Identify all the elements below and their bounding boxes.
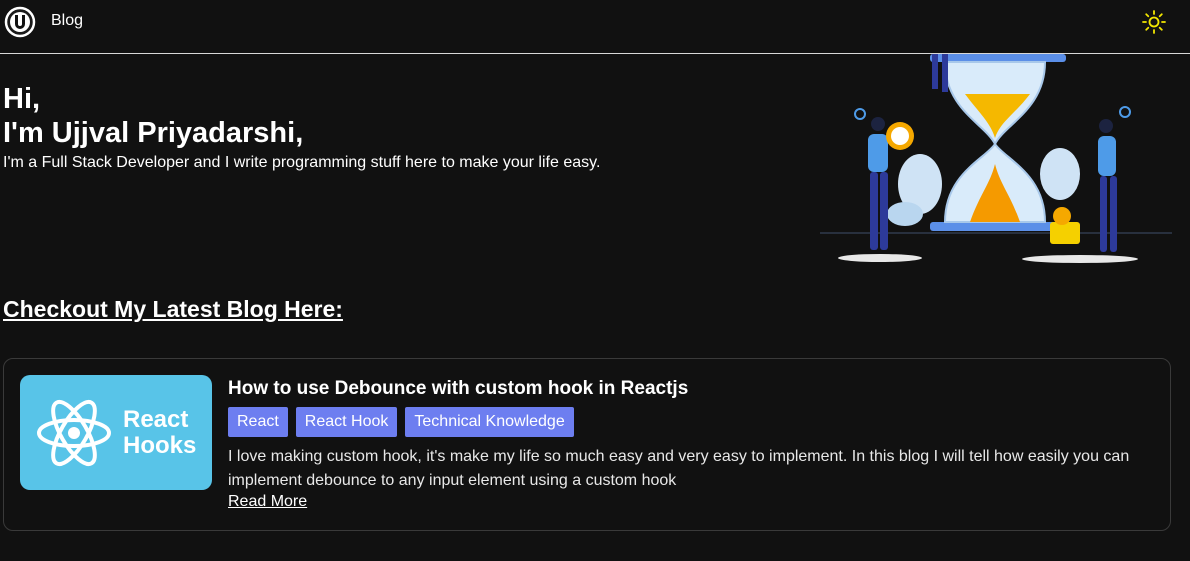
hero-tagline: I'm a Full Stack Developer and I write p… (3, 154, 601, 171)
hourglass-illustration (820, 54, 1172, 263)
blog-title[interactable]: How to use Debounce with custom hook in … (228, 378, 688, 400)
tag-react[interactable]: React (228, 407, 288, 437)
blog-description: I love making custom hook, it's make my … (228, 448, 1130, 489)
nav-blog-link[interactable]: Blog (51, 12, 83, 30)
u-logo-icon[interactable] (4, 6, 36, 38)
tag-react-hook[interactable]: React Hook (295, 407, 398, 437)
thumbnail-text: React Hooks (123, 407, 196, 459)
react-atom-icon (37, 400, 111, 466)
blog-thumbnail[interactable]: React Hooks (20, 375, 212, 490)
thumbnail-text-line-2: Hooks (123, 432, 197, 459)
section-title: Checkout My Latest Blog Here: (3, 296, 343, 322)
hero-greeting: Hi, (3, 83, 41, 115)
tag-list: React React Hook Technical Knowledge (228, 407, 574, 437)
navbar: Blog (0, 0, 1190, 54)
hero-name: I'm Ujjval Priyadarshi, (3, 117, 304, 149)
read-more-link[interactable]: Read More (228, 493, 307, 511)
thumbnail-text-line-1: React (123, 406, 189, 433)
sun-icon[interactable] (1142, 10, 1166, 34)
hero: Hi, I'm Ujjval Priyadarshi, I'm a Full S… (3, 82, 600, 173)
tag-technical-knowledge[interactable]: Technical Knowledge (405, 407, 574, 437)
blog-card[interactable]: React Hooks How to use Debounce with cus… (3, 358, 1171, 531)
